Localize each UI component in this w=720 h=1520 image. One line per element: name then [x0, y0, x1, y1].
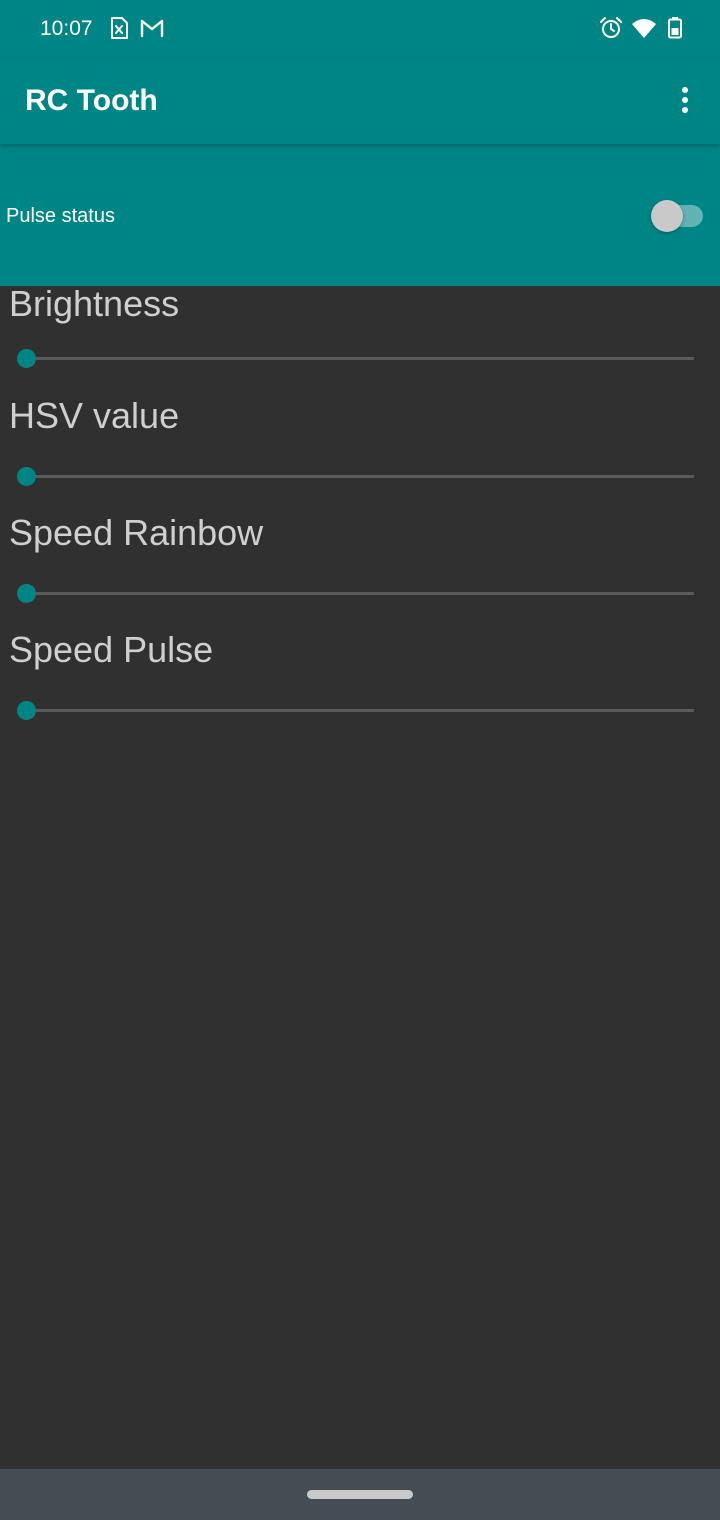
- app-title: RC Tooth: [25, 84, 158, 117]
- speed-rainbow-slider[interactable]: [16, 582, 696, 606]
- speed-pulse-slider[interactable]: [16, 699, 696, 723]
- gmail-icon: [139, 15, 165, 41]
- wifi-icon: [631, 15, 657, 41]
- slider-thumb[interactable]: [17, 349, 36, 368]
- brightness-slider[interactable]: [16, 347, 696, 371]
- hsv-value-slider[interactable]: [16, 465, 696, 489]
- hsv-value-label: HSV value: [9, 395, 180, 436]
- more-options-button[interactable]: [664, 80, 706, 122]
- status-time: 10:07: [40, 17, 93, 40]
- status-bar: 10:07: [0, 0, 720, 58]
- toggle-thumb[interactable]: [651, 200, 683, 232]
- app-bar: RC Tooth: [0, 58, 720, 144]
- brightness-label: Brightness: [9, 283, 180, 324]
- pulse-status-label: Pulse status: [6, 205, 115, 227]
- slider-thumb[interactable]: [17, 701, 36, 720]
- pulse-status-panel: Pulse status: [0, 144, 720, 286]
- speed-pulse-label: Speed Pulse: [9, 629, 214, 670]
- sim-card-icon: [106, 15, 132, 41]
- home-gesture-handle[interactable]: [307, 1490, 413, 1499]
- slider-thumb[interactable]: [17, 467, 36, 486]
- speed-rainbow-label: Speed Rainbow: [9, 512, 264, 553]
- slider-track: [26, 357, 694, 360]
- slider-track: [26, 709, 694, 712]
- slider-track: [26, 475, 694, 478]
- slider-thumb[interactable]: [17, 584, 36, 603]
- navigation-bar: [0, 1469, 720, 1520]
- alarm-icon: [598, 15, 624, 41]
- more-vert-icon: [682, 87, 688, 113]
- battery-icon: [662, 15, 688, 41]
- pulse-status-toggle[interactable]: [651, 200, 705, 232]
- slider-track: [26, 592, 694, 595]
